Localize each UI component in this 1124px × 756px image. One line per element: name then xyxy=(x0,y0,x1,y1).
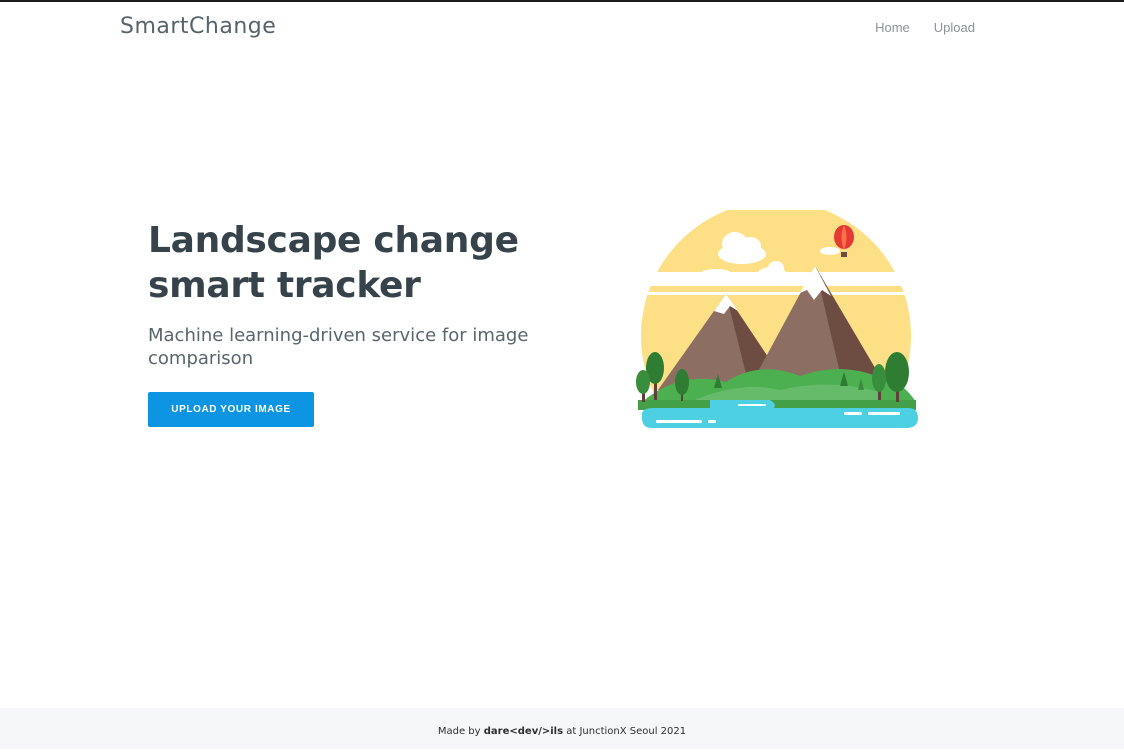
hero-section: Landscape change smart tracker Machine l… xyxy=(148,218,568,370)
footer-team-name: dare<dev/>ils xyxy=(483,726,564,737)
hero-title-line-2: smart tracker xyxy=(148,265,421,306)
landscape-illustration xyxy=(636,210,918,428)
nav-link-home[interactable]: Home xyxy=(875,20,910,35)
footer-prefix: Made by xyxy=(437,726,481,737)
navbar: SmartChange Home Upload xyxy=(0,2,1124,54)
nav-link-upload[interactable]: Upload xyxy=(934,20,975,35)
hero-subtitle: Machine learning-driven service for imag… xyxy=(148,325,529,369)
brand-logo[interactable]: SmartChange xyxy=(120,14,276,39)
upload-image-button[interactable]: UPLOAD YOUR IMAGE xyxy=(148,392,314,427)
nav-links: Home Upload xyxy=(875,20,975,35)
hero-title-line-1: Landscape change xyxy=(148,220,519,261)
hero-title: Landscape change smart tracker xyxy=(148,218,568,308)
footer-suffix: at JunctionX Seoul 2021 xyxy=(566,726,687,737)
footer: Made by dare<dev/>ils at JunctionX Seoul… xyxy=(0,708,1124,749)
